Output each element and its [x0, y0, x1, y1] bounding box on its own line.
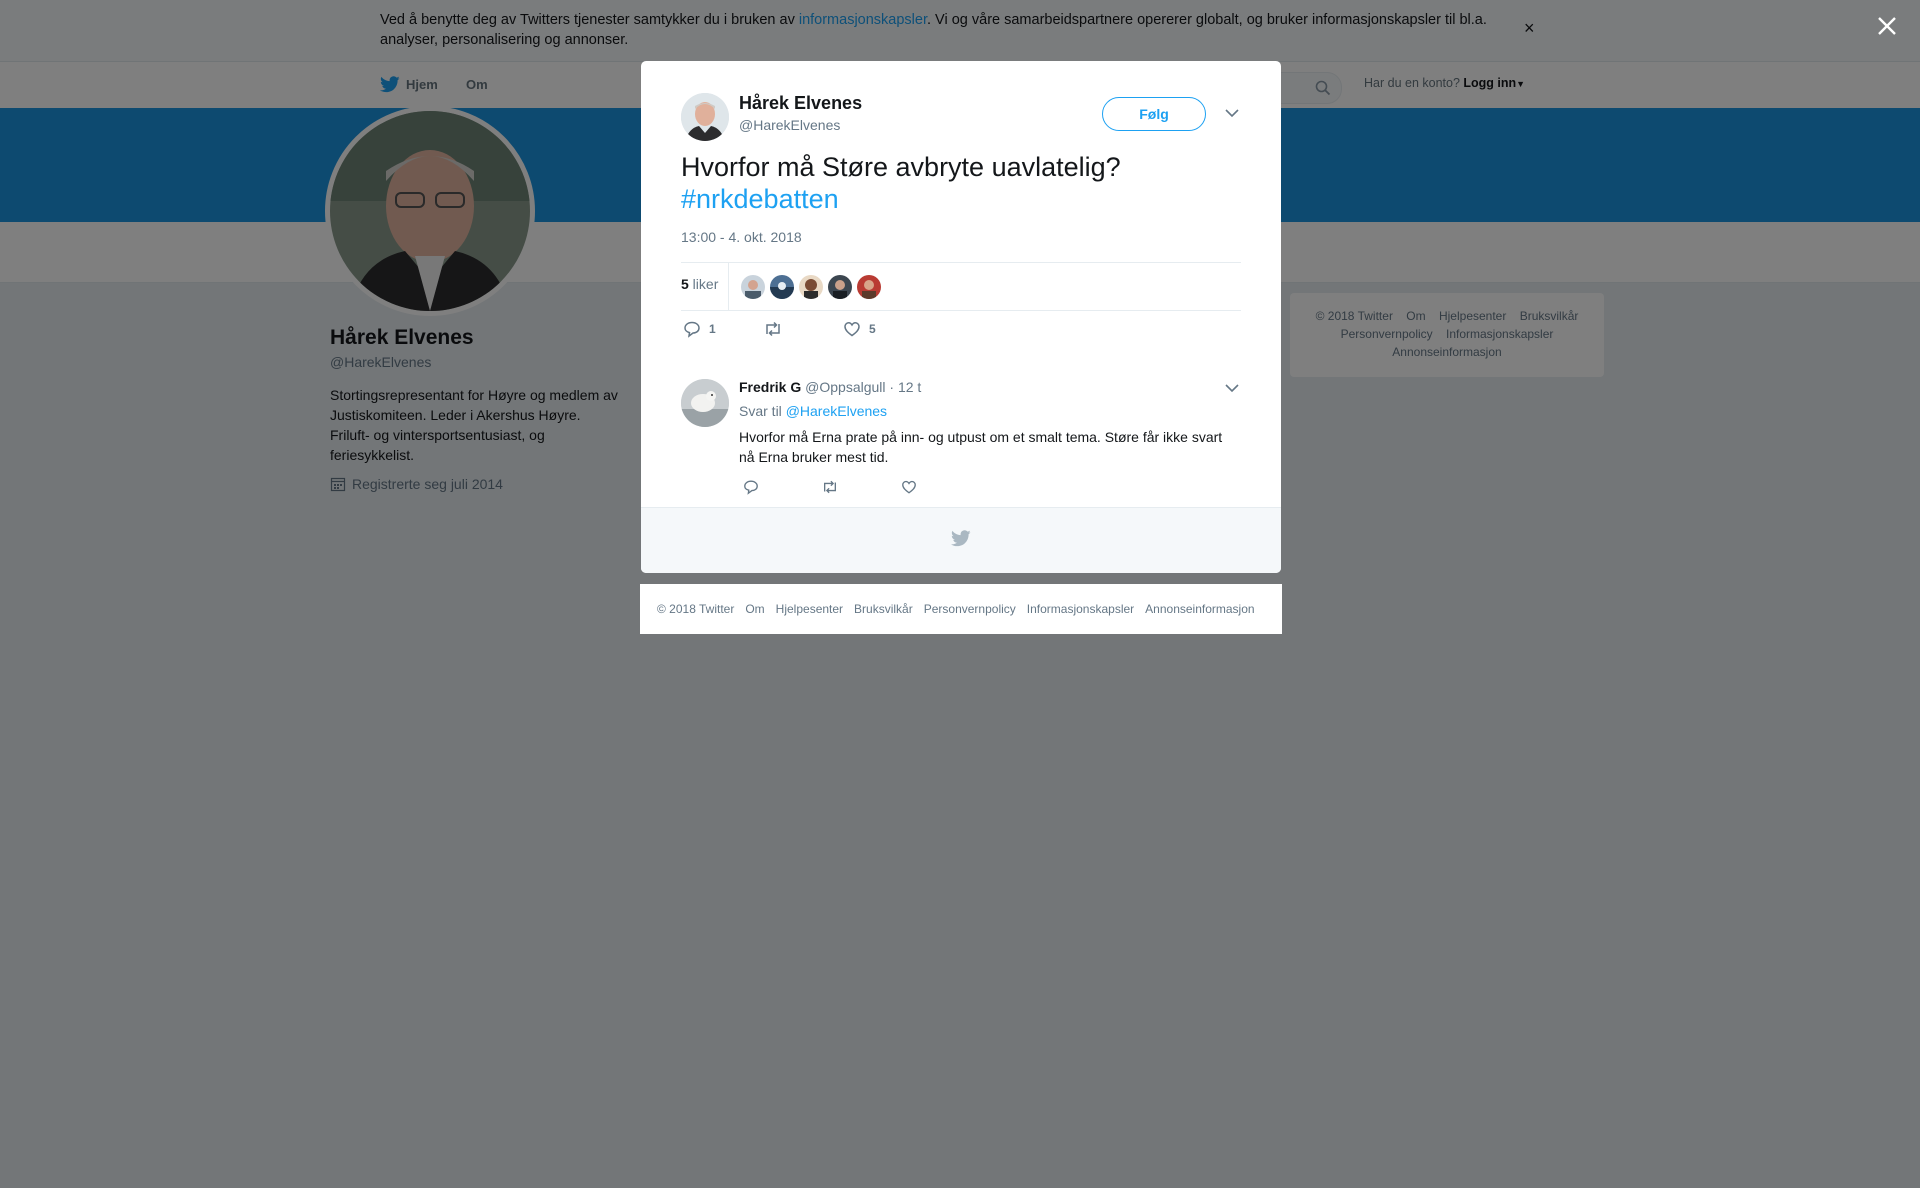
chevron-down-icon[interactable]	[1223, 381, 1241, 395]
twitter-bird-icon	[951, 530, 971, 547]
tweet-actions: 1 5	[681, 320, 1241, 344]
footer-link[interactable]: Personvernpolicy	[924, 602, 1016, 616]
likes-number: 5	[681, 276, 689, 292]
liker-avatar[interactable]	[857, 275, 881, 299]
likes-count[interactable]: 5 liker	[681, 276, 718, 292]
likes-word: liker	[688, 276, 719, 292]
heart-icon[interactable]	[901, 479, 917, 495]
reply-to-handle-link[interactable]: @HarekElvenes	[786, 403, 887, 419]
footer-link[interactable]: Bruksvilkår	[854, 602, 913, 616]
footer-link[interactable]: Informasjonskapsler	[1027, 602, 1134, 616]
stats-divider	[728, 263, 729, 310]
tweet-body: Hvorfor må Støre avbryte uavlatelig?	[681, 152, 1121, 182]
close-icon[interactable]	[1873, 12, 1901, 40]
reply-icon[interactable]	[743, 479, 759, 495]
tweet-stats: 5 liker	[681, 262, 1241, 311]
liker-avatar[interactable]	[770, 275, 794, 299]
modal-footer	[641, 507, 1281, 573]
tweet-modal: Hårek Elvenes @HarekElvenes Følg Hvorfor…	[641, 61, 1281, 573]
follow-button[interactable]: Følg	[1102, 97, 1206, 131]
chevron-down-icon[interactable]	[1223, 106, 1241, 120]
retweet-button[interactable]	[763, 320, 791, 338]
retweet-icon[interactable]	[821, 479, 839, 495]
modal-bottom-footer: © 2018 Twitter Om Hjelpesenter Bruksvilk…	[640, 584, 1282, 634]
separator-dot: ·	[889, 379, 895, 395]
liker-avatar[interactable]	[799, 275, 823, 299]
reply-icon	[684, 321, 700, 338]
reply-text: Hvorfor må Erna prate på inn- og utpust …	[739, 429, 1223, 465]
footer-link[interactable]: Hjelpesenter	[776, 602, 843, 616]
likers-avatars	[741, 275, 881, 299]
reply-avatar[interactable]	[681, 379, 729, 427]
liker-avatar[interactable]	[741, 275, 765, 299]
footer-link[interactable]: Annonseinformasjon	[1145, 602, 1254, 616]
tweet-timestamp[interactable]: 13:00 - 4. okt. 2018	[681, 229, 802, 245]
author-handle[interactable]: @HarekElvenes	[739, 117, 840, 133]
reply-author-handle[interactable]: @Oppsalgull	[805, 379, 885, 395]
footer-link[interactable]: © 2018 Twitter	[657, 602, 734, 616]
like-button[interactable]: 5	[843, 320, 876, 338]
liker-avatar[interactable]	[828, 275, 852, 299]
like-count: 5	[869, 322, 876, 336]
reply-to-line: Svar til @HarekElvenes	[739, 403, 887, 419]
hashtag-link[interactable]: #nrkdebatten	[681, 184, 839, 214]
author-avatar[interactable]	[681, 93, 729, 141]
reply-actions	[743, 479, 1043, 497]
reply-button[interactable]: 1	[683, 320, 716, 338]
reply-to-prefix: Svar til	[739, 403, 786, 419]
footer-link[interactable]: Om	[745, 602, 764, 616]
reply-header: Fredrik G @Oppsalgull · 12 t	[739, 379, 921, 395]
reply-count: 1	[709, 322, 716, 336]
heart-icon	[844, 322, 860, 337]
reply-timestamp[interactable]: 12 t	[898, 379, 921, 395]
reply-author-name[interactable]: Fredrik G	[739, 379, 801, 395]
retweet-icon	[766, 321, 780, 337]
tweet-text: Hvorfor må Støre avbryte uavlatelig? #nr…	[681, 151, 1241, 215]
author-name[interactable]: Hårek Elvenes	[739, 93, 862, 114]
